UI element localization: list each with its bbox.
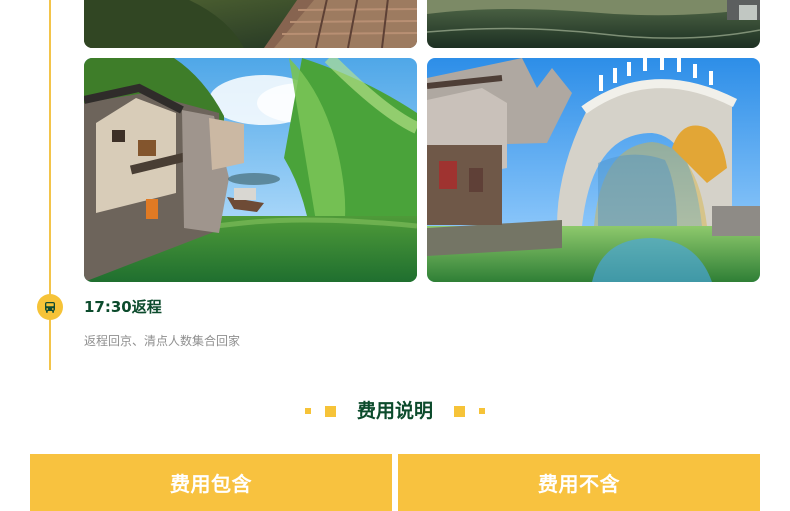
large-square-icon xyxy=(454,405,465,417)
stone-bridge-canal-photo xyxy=(427,58,760,282)
top-left-photo-image xyxy=(84,0,417,48)
cost-excluded-button[interactable]: 费用不含 xyxy=(398,454,760,511)
return-description: 返程回京、清点人数集合回家 xyxy=(84,334,241,348)
water-town-canal-image xyxy=(84,58,417,282)
top-right-cropped-photo xyxy=(427,0,760,48)
bus-icon xyxy=(37,294,63,320)
return-time-title: 17:30返程 xyxy=(84,298,162,316)
cost-section-heading: 费用说明 xyxy=(0,397,790,425)
cost-included-button[interactable]: 费用包含 xyxy=(30,454,392,511)
top-right-photo-image xyxy=(427,0,760,48)
small-square-icon xyxy=(479,408,485,414)
water-town-canal-photo xyxy=(84,58,417,282)
stone-bridge-canal-image xyxy=(427,58,760,282)
heading-decoration-left xyxy=(304,405,336,417)
top-left-cropped-photo xyxy=(84,0,417,48)
large-square-icon xyxy=(324,405,336,417)
cost-buttons: 费用包含 费用不含 xyxy=(30,454,760,511)
bus-icon-glyph xyxy=(45,302,55,313)
itinerary-page: 17:30返程 返程回京、清点人数集合回家 费用说明 费用包含 费用不含 xyxy=(0,0,790,511)
cost-section-title: 费用说明 xyxy=(356,400,433,422)
heading-decoration-right xyxy=(454,405,485,417)
small-square-icon xyxy=(304,408,311,414)
